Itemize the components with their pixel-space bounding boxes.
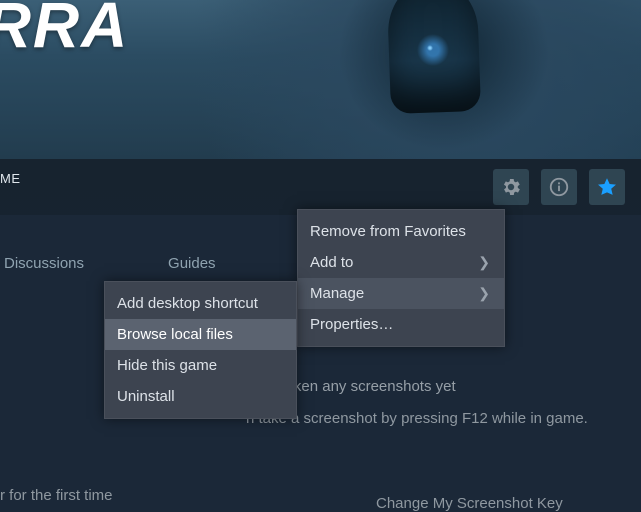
favorite-button[interactable] — [589, 169, 625, 205]
submenu-hide-this-game[interactable]: Hide this game — [105, 350, 296, 381]
screenshots-hint: n take a screenshot by pressing F12 whil… — [246, 407, 616, 431]
info-button[interactable] — [541, 169, 577, 205]
menu-item-label: Uninstall — [117, 388, 175, 405]
me-label-fragment: ME — [0, 171, 21, 186]
menu-add-to[interactable]: Add to ❯ — [298, 247, 504, 278]
screenshots-panel: ven't taken any screenshots yet n take a… — [246, 375, 616, 431]
hero-art-mech — [317, 0, 574, 159]
submenu-uninstall[interactable]: Uninstall — [105, 381, 296, 412]
play-first-time-fragment: r for the first time — [0, 487, 113, 504]
menu-item-label: Manage — [310, 285, 364, 302]
game-action-row: ME — [0, 159, 641, 215]
menu-remove-from-favorites[interactable]: Remove from Favorites — [298, 216, 504, 247]
chevron-right-icon: ❯ — [478, 285, 490, 302]
change-screenshot-key-link[interactable]: Change My Screenshot Key — [376, 495, 563, 512]
screenshots-empty-heading: ven't taken any screenshots yet — [246, 375, 616, 399]
menu-item-label: Remove from Favorites — [310, 223, 466, 240]
info-icon — [548, 176, 570, 198]
star-icon — [596, 176, 618, 198]
submenu-add-desktop-shortcut[interactable]: Add desktop shortcut — [105, 288, 296, 319]
menu-properties[interactable]: Properties… — [298, 309, 504, 340]
game-context-menu: Remove from Favorites Add to ❯ Manage ❯ … — [297, 209, 505, 347]
gear-icon — [500, 176, 522, 198]
tab-guides[interactable]: Guides — [168, 255, 216, 272]
tab-discussions[interactable]: Discussions — [4, 255, 84, 272]
menu-item-label: Add to — [310, 254, 353, 271]
chevron-right-icon: ❯ — [478, 254, 490, 271]
submenu-browse-local-files[interactable]: Browse local files — [105, 319, 296, 350]
menu-item-label: Browse local files — [117, 326, 233, 343]
game-logo: ERRA — [0, 0, 129, 62]
manage-submenu: Add desktop shortcut Browse local files … — [104, 281, 297, 419]
menu-item-label: Add desktop shortcut — [117, 295, 258, 312]
menu-manage[interactable]: Manage ❯ — [298, 278, 504, 309]
game-hero-banner: ERRA — [0, 0, 641, 159]
settings-button[interactable] — [493, 169, 529, 205]
menu-item-label: Hide this game — [117, 357, 217, 374]
menu-item-label: Properties… — [310, 316, 393, 333]
